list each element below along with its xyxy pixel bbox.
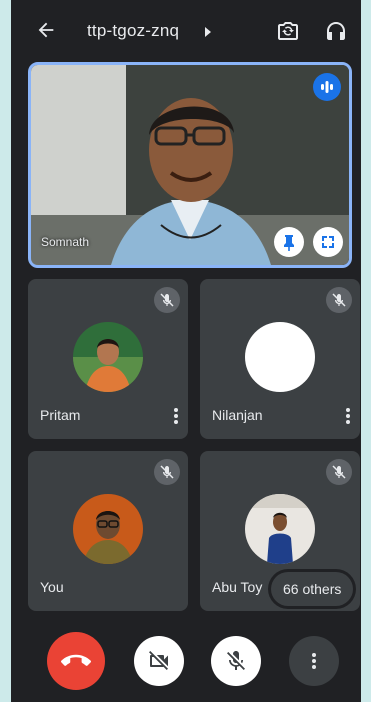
mic-off-indicator	[326, 459, 352, 485]
avatar	[73, 494, 143, 564]
participant-tile[interactable]: Pritam	[28, 279, 188, 439]
mic-off-icon	[227, 651, 245, 670]
pin-button[interactable]	[274, 227, 304, 257]
end-call-button[interactable]	[47, 632, 105, 690]
avatar	[245, 322, 315, 392]
mic-off-icon	[160, 293, 174, 307]
participant-tile[interactable]: You	[28, 451, 188, 611]
camera-toggle-button[interactable]	[134, 636, 184, 686]
top-bar: ttp-tgoz-znq	[11, 0, 361, 62]
more-options-button[interactable]	[289, 636, 339, 686]
participant-name: You	[40, 579, 64, 595]
mic-off-icon	[332, 465, 346, 479]
participant-name: Abu Toy	[212, 579, 263, 595]
caret-right-icon[interactable]	[205, 27, 211, 37]
participant-name: Nilanjan	[212, 407, 263, 423]
mic-off-indicator	[326, 287, 352, 313]
participant-name: Pritam	[40, 407, 81, 423]
fullscreen-button[interactable]	[313, 227, 343, 257]
more-vert-icon[interactable]	[168, 405, 184, 427]
pin-icon	[284, 235, 294, 251]
mic-off-indicator	[154, 459, 180, 485]
phone-hangup-icon	[61, 654, 91, 666]
active-speaker-tile[interactable]: Somnath	[28, 62, 352, 268]
more-vert-icon[interactable]	[340, 405, 356, 427]
mic-off-indicator	[154, 287, 180, 313]
audio-wave-icon	[321, 81, 333, 93]
mic-off-icon	[332, 293, 346, 307]
meet-call-screen: ttp-tgoz-znq Somnath Pritam Nilanjan You…	[11, 0, 361, 702]
avatar	[245, 494, 315, 564]
camera-off-icon	[149, 651, 168, 670]
fullscreen-icon	[322, 236, 334, 248]
mic-toggle-button[interactable]	[211, 636, 261, 686]
speaking-indicator	[313, 73, 341, 101]
arrow-left-icon[interactable]	[35, 19, 57, 41]
speaker-name: Somnath	[41, 235, 90, 249]
more-vert-icon	[312, 653, 316, 669]
others-count-chip[interactable]: 66 others	[271, 572, 354, 606]
mic-off-icon	[160, 465, 174, 479]
headphones-icon[interactable]	[324, 19, 348, 43]
avatar	[73, 322, 143, 392]
participant-tile[interactable]: Nilanjan	[200, 279, 360, 439]
meeting-code[interactable]: ttp-tgoz-znq	[87, 21, 179, 41]
switch-camera-icon[interactable]	[276, 19, 300, 43]
